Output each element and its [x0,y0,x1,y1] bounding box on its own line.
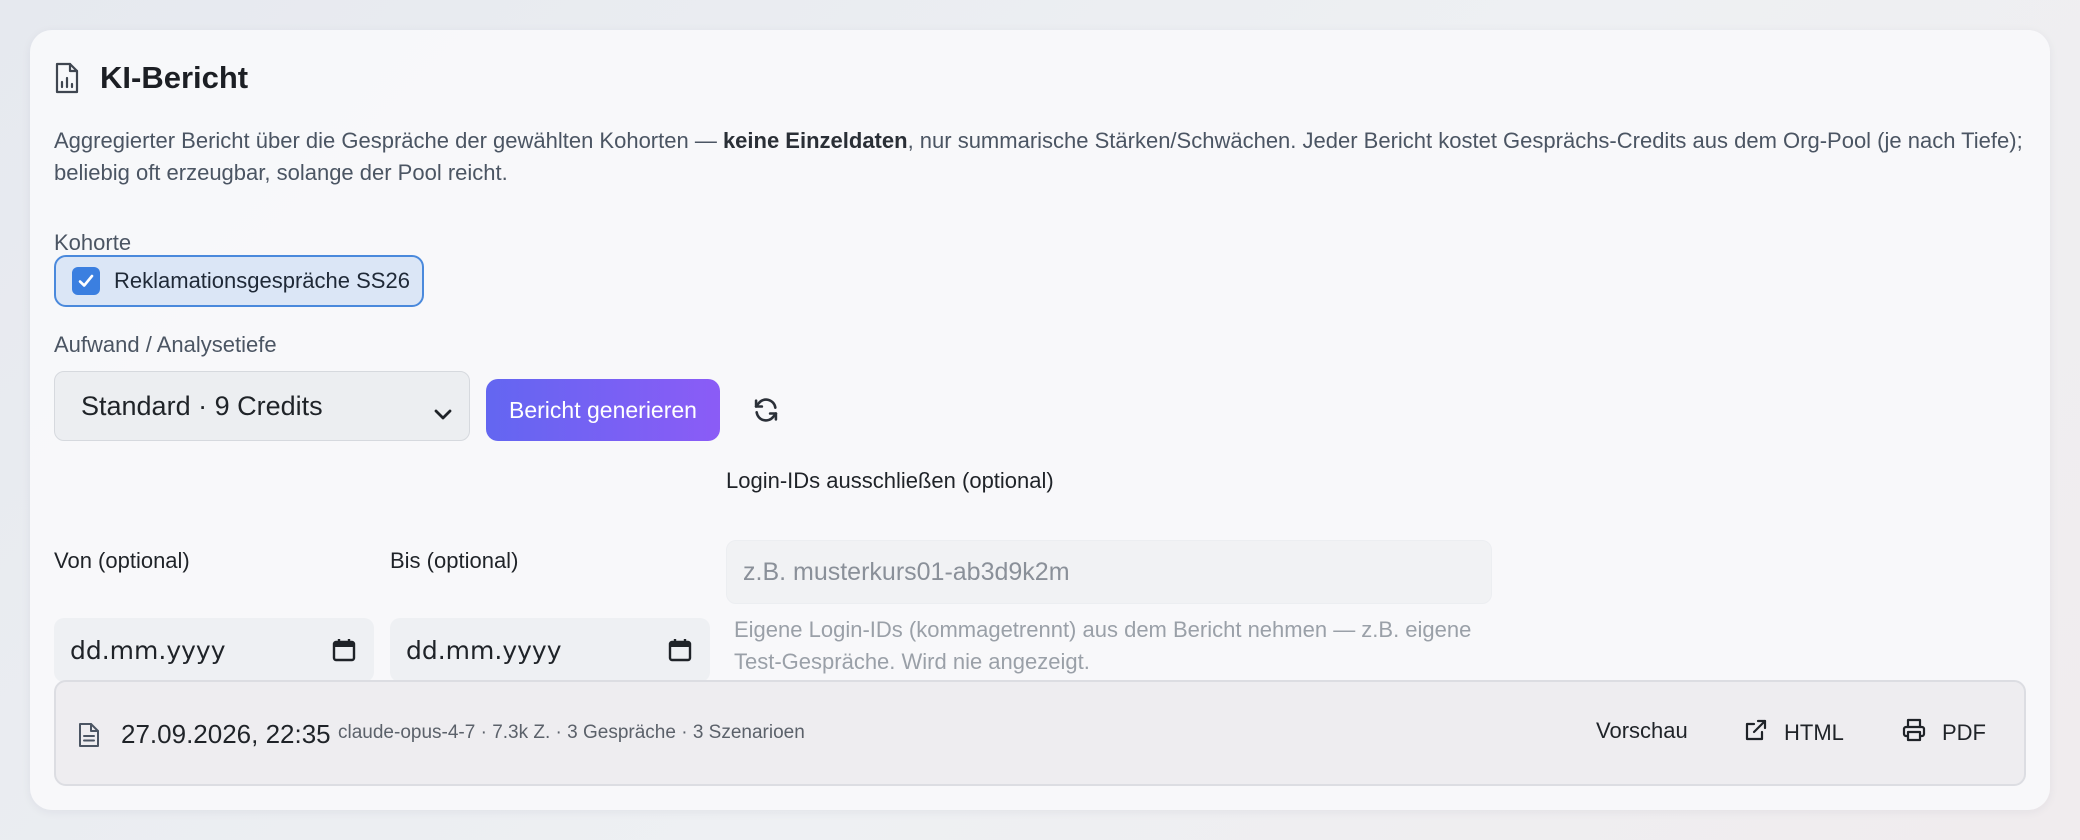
html-label: HTML [1784,720,1844,745]
refresh-icon[interactable] [752,396,780,429]
pdf-label: PDF [1942,720,1986,745]
document-icon [78,722,100,753]
report-chart-icon [54,62,80,94]
calendar-icon[interactable] [332,638,356,668]
print-pdf-button[interactable]: PDF [1902,718,1986,748]
checkbox-checked-icon[interactable] [72,267,100,295]
description-text: Aggregierter Bericht über die Gespräche … [54,128,723,153]
cohort-chip-reklamation[interactable]: Reklamationsgespräche SS26 [54,255,424,307]
effort-label: Aufwand / Analysetiefe [54,332,277,357]
card-header: KI-Bericht [54,60,248,96]
chevron-down-icon [433,398,453,429]
date-from-label: Von (optional) [54,548,190,573]
generate-report-button[interactable]: Bericht generieren [486,379,720,441]
preview-button[interactable]: Vorschau [1596,718,1688,744]
exclude-label: Login-IDs ausschließen (optional) [726,468,1054,493]
printer-icon [1902,718,1942,748]
date-to-label: Bis (optional) [390,548,519,573]
preview-label: Vorschau [1596,718,1688,743]
cohort-chip-label: Reklamationsgespräche SS26 [114,268,410,293]
date-to-field[interactable]: dd.mm.yyyy [390,618,710,682]
report-meta: claude-opus-4-7 · 7.3k Z. · 3 Gespräche … [338,722,805,743]
effort-select-value: Standard · 9 Credits [81,390,323,421]
description-emphasis: keine Einzeldaten [722,128,908,153]
report-date: 27.09.2026, 22:35 [121,719,331,749]
calendar-icon[interactable] [668,638,692,668]
date-from-field[interactable]: dd.mm.yyyy [54,618,374,682]
report-description: Aggregierter Bericht über die Gespräche … [54,125,2024,189]
date-from-placeholder: dd.mm.yyyy [70,635,226,665]
open-html-button[interactable]: HTML [1744,718,1844,748]
report-list-item: 27.09.2026, 22:35 claude-opus-4-7 · 7.3k… [54,680,2026,786]
exclude-hint: Eigene Login-IDs (kommagetrennt) aus dem… [734,617,1472,674]
effort-select[interactable]: Standard · 9 Credits [54,371,470,441]
exclude-login-ids-input[interactable] [726,540,1492,604]
date-to-placeholder: dd.mm.yyyy [406,635,562,665]
cohort-label: Kohorte [54,230,132,255]
external-link-icon [1744,718,1784,748]
ki-report-card: KI-Bericht Aggregierter Bericht über die… [30,30,2050,810]
page-title: KI-Bericht [100,60,249,95]
